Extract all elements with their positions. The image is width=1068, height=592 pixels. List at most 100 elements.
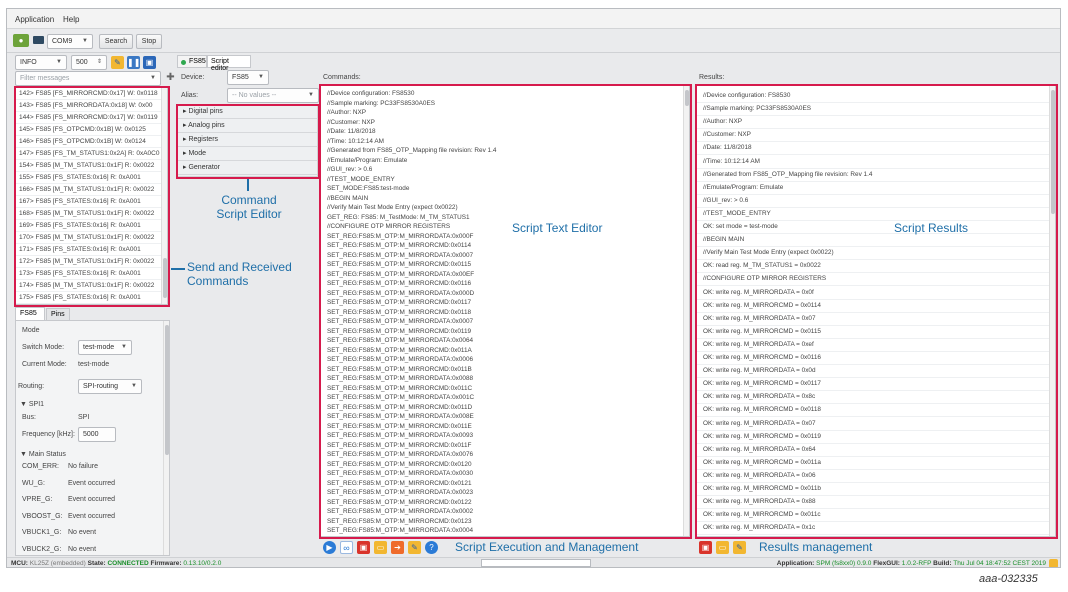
command-line[interactable]: SET_REG:FS85:M_OTP:M_MIRRORCMD:0x011B [321, 365, 689, 375]
spi-section-header[interactable]: ▼ SPI1 [20, 401, 44, 408]
open-folder-icon[interactable]: ▭ [374, 541, 387, 554]
log-scrollbar-thumb[interactable] [163, 258, 167, 298]
run-script-icon[interactable]: ▶ [323, 541, 336, 554]
add-filter-icon[interactable]: ✚ [164, 71, 177, 84]
port-select[interactable]: COM9 ▼ [47, 34, 93, 49]
main-status-header[interactable]: ▼ Main Status [20, 451, 66, 458]
log-message[interactable]: 166> FS85 [M_TM_STATUS1:0x1F] R: 0x0022 [16, 184, 162, 196]
command-line[interactable]: //Author: NXP [321, 108, 689, 118]
command-line[interactable]: SET_REG:FS85:M_OTP:M_MIRRORDATA:0x0030 [321, 469, 689, 479]
section-generator[interactable]: ▸ Generator [178, 162, 317, 175]
log-message[interactable]: 170> FS85 [M_TM_STATUS1:0x1F] R: 0x0022 [16, 232, 162, 244]
section-analog-pins[interactable]: ▸ Analog pins [178, 120, 317, 133]
log-message[interactable]: 144> FS85 [FS_MIRRORCMD:0x17] W: 0x0119 [16, 112, 162, 124]
log-level-select[interactable]: INFO ▼ [15, 55, 67, 70]
command-line[interactable]: SET_REG:FS85:M_OTP:M_MIRRORDATA:0x0076 [321, 450, 689, 460]
command-line[interactable]: SET_REG:FS85:M_OTP:M_MIRRORCMD:0x0119 [321, 327, 689, 337]
menu-help[interactable]: Help [63, 15, 79, 24]
command-line[interactable]: SET_REG:FS85:M_OTP:M_MIRRORDATA:0x0007 [321, 317, 689, 327]
command-line[interactable]: //Emulate/Program: Emulate [321, 156, 689, 166]
log-message[interactable]: 154> FS85 [M_TM_STATUS1:0x1F] R: 0x0022 [16, 160, 162, 172]
command-line[interactable]: SET_REG:FS85:M_OTP:M_MIRRORDATA:0x0006 [321, 355, 689, 365]
log-message[interactable]: 172> FS85 [M_TM_STATUS1:0x1F] R: 0x0022 [16, 256, 162, 268]
save-script-icon[interactable]: ▣ [357, 541, 370, 554]
command-line[interactable]: //Customer: NXP [321, 118, 689, 128]
command-line[interactable]: SET_REG:FS85:M_OTP:M_MIRRORDATA:0x001C [321, 393, 689, 403]
loop-icon[interactable]: ∞ [340, 541, 353, 554]
command-line[interactable]: //GUI_rev: > 0.6 [321, 165, 689, 175]
script-text-editor[interactable]: //Device configuration: FS8530//Sample m… [320, 85, 690, 537]
command-line[interactable]: SET_REG:FS85:M_OTP:M_MIRRORCMD:0x0114 [321, 241, 689, 251]
command-line[interactable]: SET_REG:FS85:M_OTP:M_MIRRORDATA:0x0064 [321, 336, 689, 346]
command-line[interactable]: //Verify Main Test Mode Entry (expect 0x… [321, 203, 689, 213]
properties-scrollbar[interactable] [163, 321, 169, 555]
log-message[interactable]: 143> FS85 [FS_MIRRORDATA:0x18] W: 0x00 [16, 100, 162, 112]
menu-application[interactable]: Application [15, 15, 54, 24]
clear-script-icon[interactable]: ✎ [408, 541, 421, 554]
command-line[interactable]: SET_REG:FS85:M_OTP:M_MIRRORDATA:0x0004 [321, 526, 689, 536]
command-line[interactable]: //TEST_MODE_ENTRY [321, 175, 689, 185]
command-line[interactable]: SET_REG:FS85:M_OTP:M_MIRRORCMD:0x011D [321, 403, 689, 413]
command-line[interactable]: //CONFIGURE OTP MIRROR REGISTERS [321, 222, 689, 232]
command-line[interactable]: SET_REG:FS85:M_OTP:M_MIRRORCMD:0x011E [321, 422, 689, 432]
command-line[interactable]: SET_REG:FS85:M_OTP:M_MIRRORDATA:0x0002 [321, 507, 689, 517]
section-registers[interactable]: ▸ Registers [178, 134, 317, 147]
log-scrollbar[interactable] [161, 88, 167, 304]
command-line[interactable]: SET_REG:FS85:M_OTP:M_MIRRORDATA:0x0093 [321, 431, 689, 441]
command-line[interactable]: SET_REG:FS85:M_OTP:M_MIRRORCMD:0x0116 [321, 279, 689, 289]
message-log[interactable]: 142> FS85 [FS_MIRRORCMD:0x17] W: 0x0118 1… [15, 87, 168, 305]
log-message[interactable]: 171> FS85 [FS_STATES:0x16] R: 0xA001 [16, 244, 162, 256]
switch-mode-select[interactable]: test-mode ▼ [78, 340, 132, 355]
command-line[interactable]: SET_REG:FS85:M_OTP:M_MIRRORCMD:0x0120 [321, 460, 689, 470]
log-message[interactable]: 173> FS85 [FS_STATES:0x16] R: 0xA001 [16, 268, 162, 280]
command-line[interactable]: SET_REG:FS85:M_OTP:M_MIRRORCMD:0x011F [321, 441, 689, 451]
search-button[interactable]: Search [99, 34, 133, 49]
command-line[interactable]: SET_REG:FS85:M_OTP:M_MIRRORDATA:0x0023 [321, 488, 689, 498]
routing-select[interactable]: SPI-routing ▼ [78, 379, 142, 394]
results-scrollbar-thumb[interactable] [1051, 90, 1055, 214]
command-line[interactable]: SET_REG:FS85:M_OTP:M_MIRRORCMD:0x0122 [321, 498, 689, 508]
command-line[interactable]: SET_REG:FS85:M_OTP:M_MIRRORCMD:0x0115 [321, 260, 689, 270]
command-line[interactable]: SET_REG:FS85:M_OTP:M_MIRRORCMD:0x011C [321, 384, 689, 394]
command-line[interactable]: //Device configuration: FS8530 [321, 89, 689, 99]
tab-fs85[interactable]: FS85 [177, 55, 207, 68]
stop-button[interactable]: Stop [136, 34, 162, 49]
frequency-input[interactable]: 5000 [78, 427, 116, 442]
alias-select[interactable]: -- No values -- ▼ [227, 88, 319, 103]
log-message[interactable]: 169> FS85 [FS_STATES:0x16] R: 0xA001 [16, 220, 162, 232]
log-message[interactable]: 155> FS85 [FS_STATES:0x16] R: 0xA001 [16, 172, 162, 184]
command-line[interactable]: SET_REG:FS85:M_OTP:M_MIRRORCMD:0x0121 [321, 479, 689, 489]
command-line[interactable]: SET_REG:FS85:M_OTP:M_MIRRORCMD:0x011A [321, 346, 689, 356]
clear-results-icon[interactable]: ✎ [733, 541, 746, 554]
commands-scrollbar-thumb[interactable] [685, 90, 689, 106]
command-line[interactable]: SET_MODE:FS85:test-mode [321, 184, 689, 194]
command-line[interactable]: SET_REG:FS85:M_OTP:M_MIRRORCMD:0x0118 [321, 308, 689, 318]
command-line[interactable]: SET_REG:FS85:M_OTP:M_MIRRORCMD:0x0123 [321, 517, 689, 527]
command-line[interactable]: //Time: 10:12:14 AM [321, 137, 689, 147]
log-message[interactable]: 146> FS85 [FS_OTPCMD:0x1B] W: 0x0124 [16, 136, 162, 148]
tab-script-editor[interactable]: Script editor [207, 55, 251, 72]
command-line[interactable]: SET_REG:FS85:M_OTP:M_MIRRORDATA:0x0088 [321, 374, 689, 384]
pause-icon[interactable]: ❚❚ [127, 56, 140, 69]
log-message[interactable]: 147> FS85 [FS_TM_STATUS1:0x2A] R: 0xA0C0 [16, 148, 162, 160]
save-results-icon[interactable]: ▣ [699, 541, 712, 554]
command-line[interactable]: //Generated from FS85_OTP_Mapping file r… [321, 146, 689, 156]
log-message[interactable]: 174> FS85 [M_TM_STATUS1:0x1F] R: 0x0022 [16, 280, 162, 292]
log-message[interactable]: 142> FS85 [FS_MIRRORCMD:0x17] W: 0x0118 [16, 88, 162, 100]
properties-scrollbar-thumb[interactable] [165, 325, 169, 455]
log-message[interactable]: 175> FS85 [FS_STATES:0x16] R: 0xA001 [16, 292, 162, 304]
connect-icon[interactable]: ● [13, 34, 29, 47]
filter-messages-input[interactable]: Filter messages ▼ [15, 71, 161, 86]
command-line[interactable]: SET_REG:FS85:M_OTP:M_MIRRORDATA:0x0007 [321, 251, 689, 261]
clear-brush-icon[interactable]: ✎ [111, 56, 124, 69]
log-message[interactable]: 145> FS85 [FS_OTPCMD:0x1B] W: 0x0125 [16, 124, 162, 136]
device-select[interactable]: FS85 ▼ [227, 70, 269, 85]
save-log-icon[interactable]: ▣ [143, 56, 156, 69]
command-line[interactable]: //Sample marking: PC33FS8530A0ES [321, 99, 689, 109]
section-digital-pins[interactable]: ▸ Digital pins [178, 106, 317, 119]
command-line[interactable]: GET_REG: FS85: M_TestMode: M_TM_STATUS1 [321, 213, 689, 223]
command-line[interactable]: SET_REG:FS85:M_OTP:M_MIRRORDATA:0x008E [321, 412, 689, 422]
section-mode[interactable]: ▸ Mode [178, 148, 317, 161]
settings-icon[interactable] [1049, 559, 1058, 567]
command-line[interactable]: SET_REG:FS85:M_OTP:M_MIRRORDATA:0x00EF [321, 270, 689, 280]
